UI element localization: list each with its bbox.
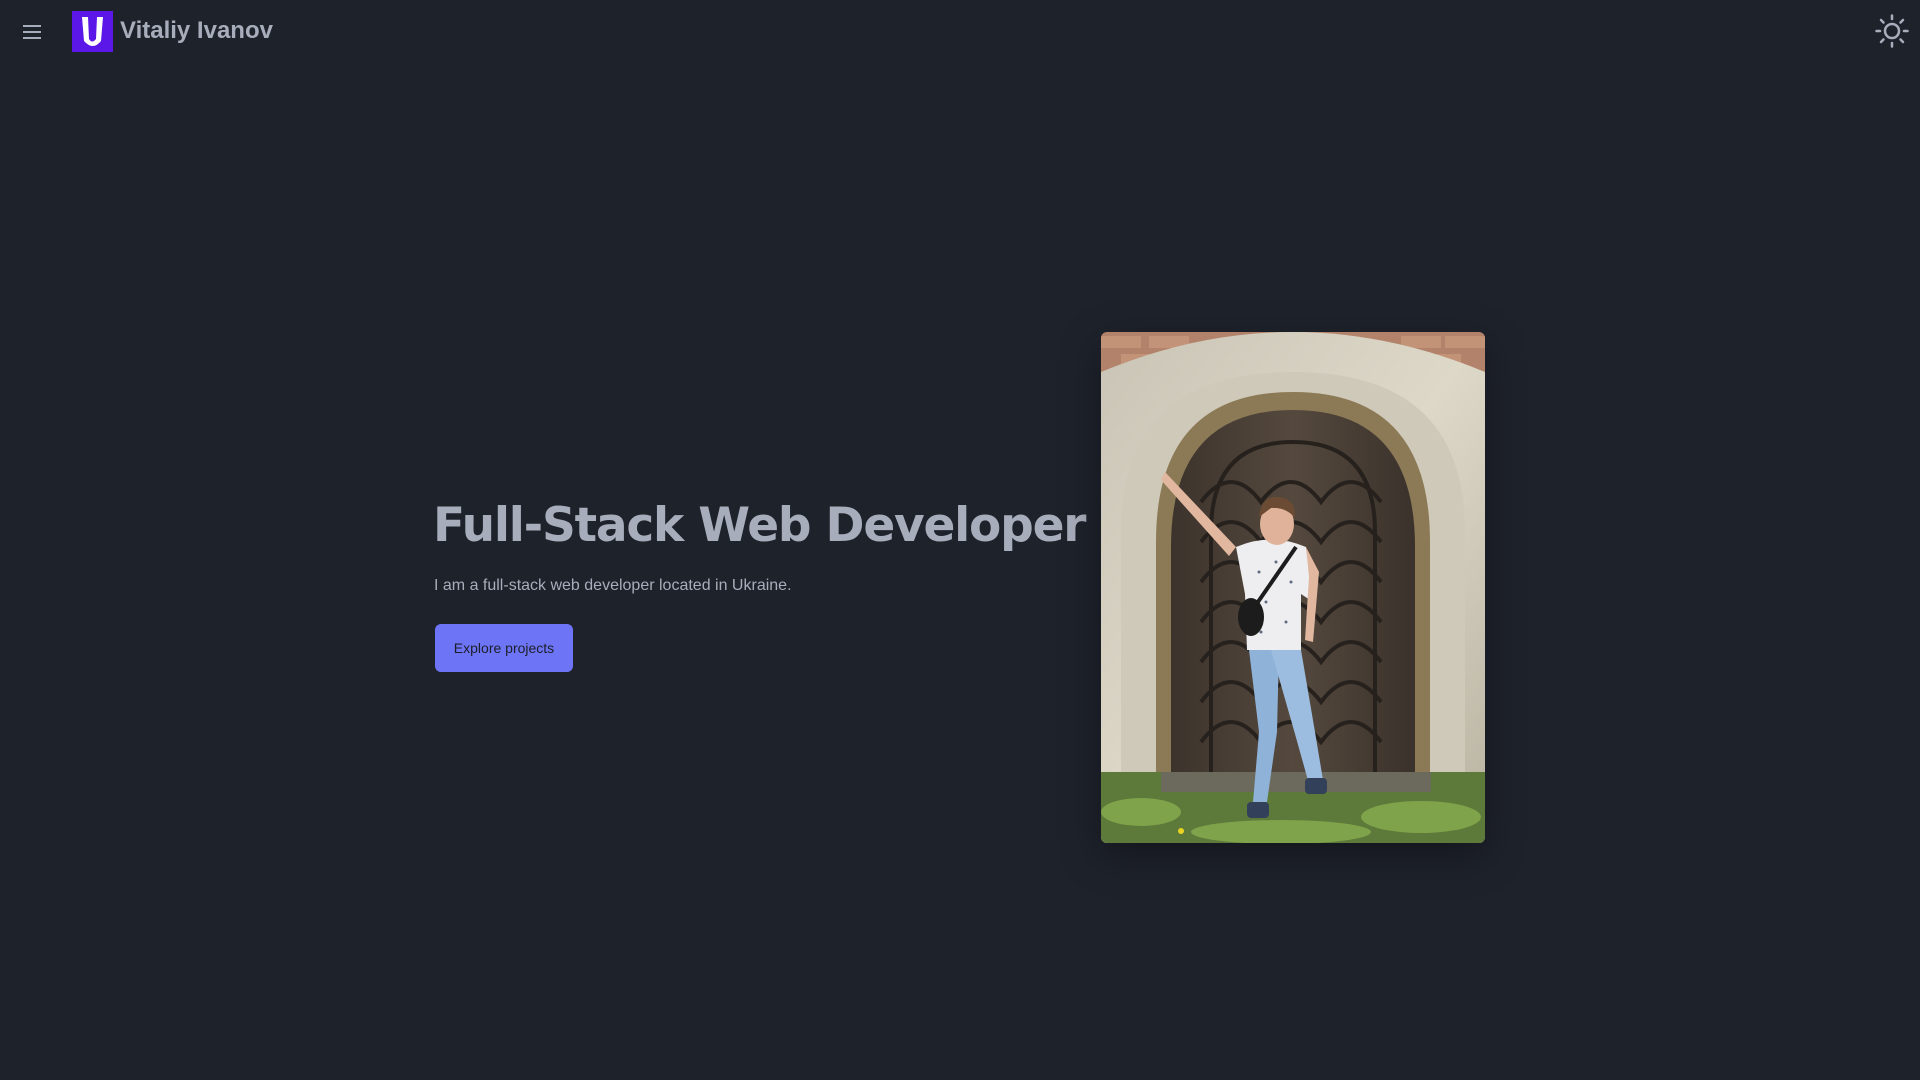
sun-icon <box>1875 14 1909 48</box>
brand-name[interactable]: Vitaliy Ivanov <box>120 17 273 45</box>
profile-photo-illustration <box>1101 332 1485 843</box>
menu-button[interactable] <box>16 16 48 48</box>
profile-photo <box>1101 332 1485 843</box>
logo-icon <box>72 11 113 52</box>
top-bar: Vitaliy Ivanov <box>0 0 1920 64</box>
site-logo[interactable] <box>72 11 113 52</box>
hero-title: Full-Stack Web Developer <box>433 498 1086 553</box>
hamburger-menu-icon <box>23 25 41 39</box>
hero-subtitle: I am a full-stack web developer located … <box>434 577 792 594</box>
explore-projects-button[interactable]: Explore projects <box>435 624 573 672</box>
theme-toggle-button[interactable] <box>1873 12 1911 50</box>
